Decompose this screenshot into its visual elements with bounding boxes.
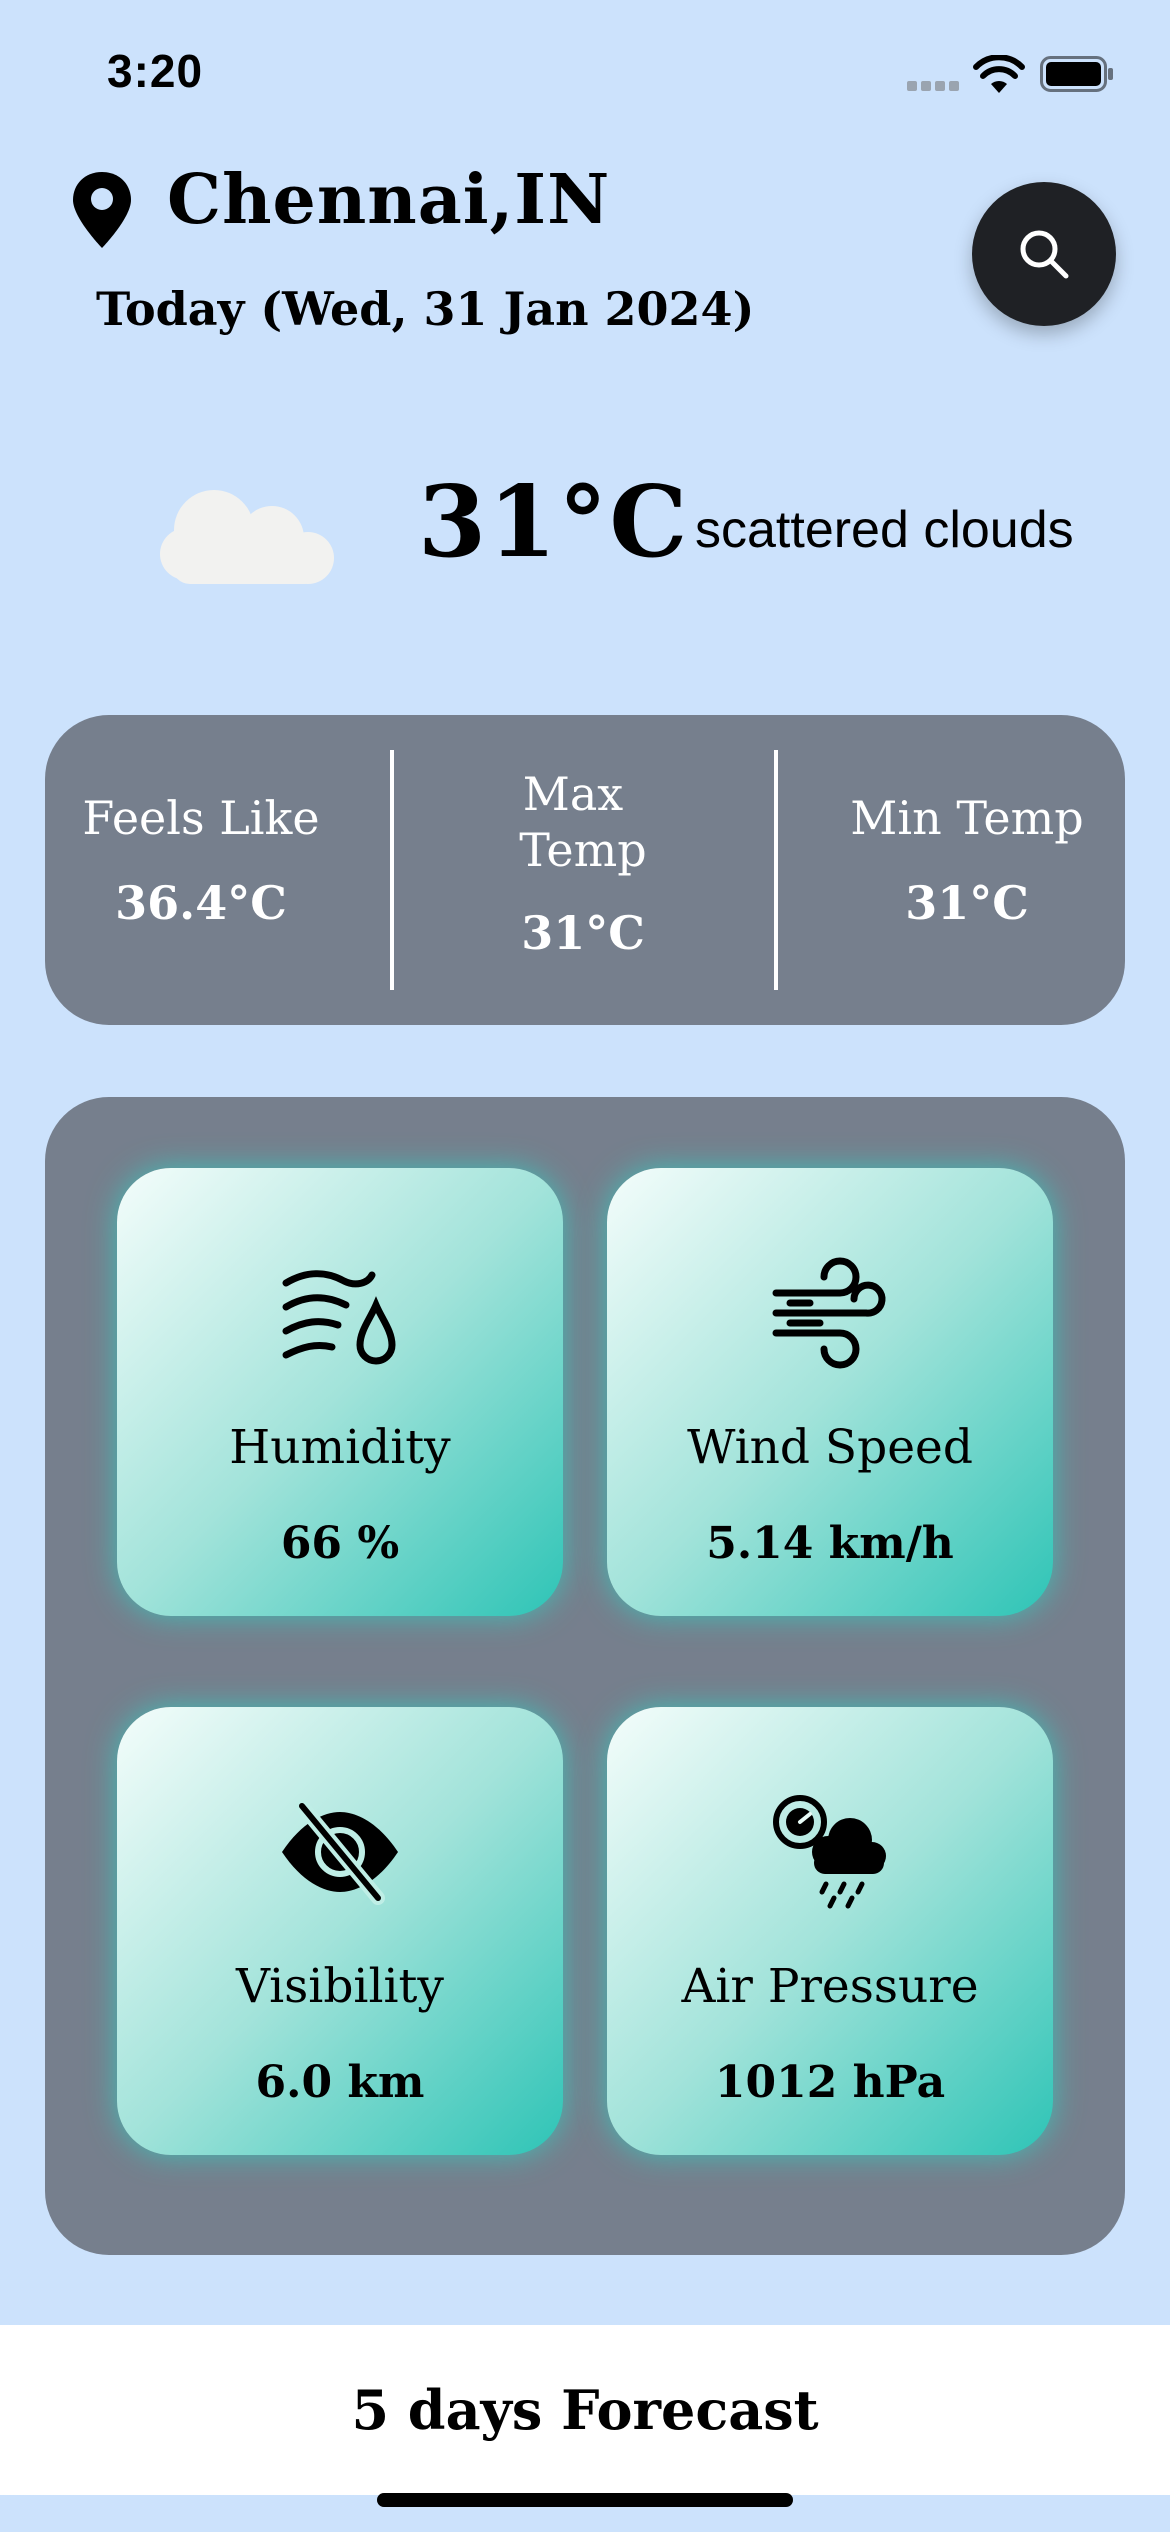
air-pressure-tile: Air Pressure 1012 hPa xyxy=(607,1707,1053,2155)
current-date: Today (Wed, 31 Jan 2024) xyxy=(96,282,755,336)
battery-icon xyxy=(1040,56,1113,92)
air-pressure-label: Air Pressure xyxy=(681,1959,979,2014)
min-temp-label: Min Temp xyxy=(850,791,1084,845)
location-pin-icon xyxy=(73,172,131,248)
wifi-icon xyxy=(973,55,1025,93)
feels-like-label: Feels Like xyxy=(82,791,320,845)
visibility-label: Visibility xyxy=(236,1959,444,2014)
humidity-label: Humidity xyxy=(229,1420,451,1475)
min-temp-section: Min Temp 31°C xyxy=(802,790,1132,930)
weather-description: scattered clouds xyxy=(695,501,1074,559)
humidity-tile: Humidity 66 % xyxy=(117,1168,563,1616)
max-temp-label-line1: Max xyxy=(522,767,624,821)
humidity-value: 66 % xyxy=(280,1518,400,1569)
search-button[interactable] xyxy=(972,182,1116,326)
visibility-off-icon xyxy=(282,1799,398,1905)
feels-like-section: Feels Like 36.4°C xyxy=(36,790,366,930)
divider xyxy=(774,750,778,990)
cellular-signal-icon xyxy=(907,81,959,91)
wind-speed-value: 5.14 km/h xyxy=(706,1518,954,1569)
min-temp-value: 31°C xyxy=(905,876,1029,930)
cloud-icon xyxy=(160,490,334,584)
visibility-value: 6.0 km xyxy=(255,2057,425,2108)
wind-speed-label: Wind Speed xyxy=(687,1420,973,1475)
max-temp-section: Max Temp 31°C xyxy=(418,766,748,960)
wind-icon xyxy=(772,1257,886,1369)
wind-speed-tile: Wind Speed 5.14 km/h xyxy=(607,1168,1053,1616)
search-icon xyxy=(1020,230,1069,279)
humidity-icon xyxy=(282,1270,396,1365)
home-indicator[interactable] xyxy=(377,2493,793,2507)
status-time: 3:20 xyxy=(107,45,204,97)
forecast-button[interactable]: 5 days Forecast xyxy=(0,2325,1170,2495)
city-name: Chennai,IN xyxy=(167,160,611,240)
visibility-tile: Visibility 6.0 km xyxy=(117,1707,563,2155)
max-temp-value: 31°C xyxy=(521,906,645,960)
divider xyxy=(390,750,394,990)
pressure-icon xyxy=(773,1795,886,1909)
feels-like-value: 36.4°C xyxy=(115,876,287,930)
air-pressure-value: 1012 hPa xyxy=(714,2057,946,2108)
max-temp-label-line2: Temp xyxy=(519,823,647,877)
current-temperature: 31°C xyxy=(418,465,690,580)
